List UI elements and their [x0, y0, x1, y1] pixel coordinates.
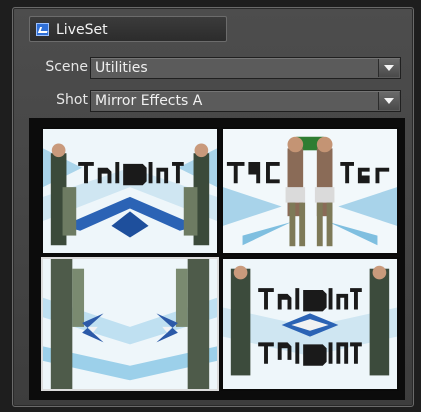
scene-label: Scene: [45, 59, 88, 75]
scene-select[interactable]: Utilities: [90, 57, 401, 79]
shot-label: Shot: [56, 92, 88, 108]
liveset-icon: [36, 23, 49, 36]
thumbnail-2[interactable]: [221, 127, 399, 255]
thumbnail-1[interactable]: [41, 127, 219, 255]
shot-value: Mirror Effects A: [95, 93, 203, 109]
chevron-down-icon[interactable]: [378, 92, 399, 110]
thumbnail-4[interactable]: [221, 257, 399, 391]
shot-thumbnail-grid: [29, 118, 405, 400]
panel-title: LiveSet: [56, 22, 108, 38]
chevron-down-icon[interactable]: [378, 59, 399, 77]
thumbnail-3[interactable]: [41, 257, 219, 391]
panel-title-tab[interactable]: LiveSet: [29, 16, 227, 42]
scene-value: Utilities: [95, 60, 148, 76]
shot-select[interactable]: Mirror Effects A: [90, 90, 401, 112]
